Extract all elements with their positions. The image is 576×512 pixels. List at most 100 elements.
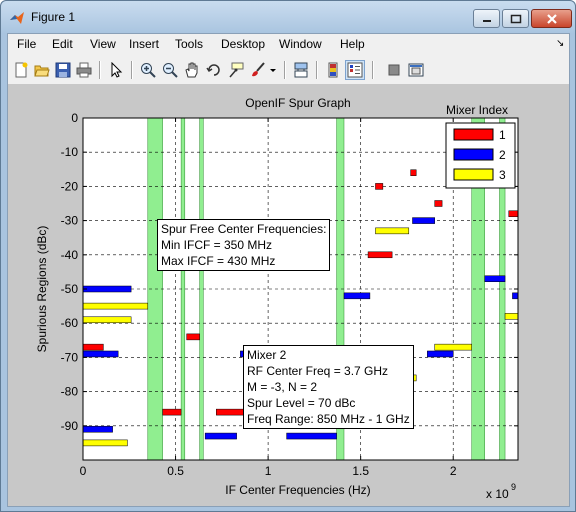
x-tick-label: 0 bbox=[80, 464, 87, 478]
show-plot-tools-icon[interactable] bbox=[406, 60, 426, 80]
figure-window: Figure 1 File Edit View Insert Tools Des… bbox=[0, 0, 576, 512]
spur-bar-mixer-1[interactable] bbox=[375, 183, 384, 190]
edit-plot-arrow-icon[interactable] bbox=[106, 60, 126, 80]
rotate-3d-icon[interactable] bbox=[204, 60, 224, 80]
y-tick-label: 0 bbox=[71, 111, 78, 125]
spur-bar-mixer-1[interactable] bbox=[367, 251, 393, 259]
y-tick-label: -20 bbox=[61, 179, 79, 193]
spur-bar-mixer-3[interactable] bbox=[82, 302, 149, 310]
spur-free-band bbox=[199, 117, 204, 461]
y-axis-label: Spurious Regions (dBc) bbox=[35, 226, 49, 353]
toolbar-separator bbox=[284, 61, 286, 79]
datatip-line: M = -3, N = 2 bbox=[247, 380, 318, 394]
menu-help[interactable]: Help bbox=[340, 37, 365, 51]
spur-bar-mixer-2[interactable] bbox=[343, 292, 371, 300]
legend-label-3: 3 bbox=[499, 168, 506, 182]
menu-edit[interactable]: Edit bbox=[52, 37, 73, 51]
dock-arrow-icon[interactable]: ↘ bbox=[556, 38, 564, 49]
zoom-out-icon[interactable] bbox=[160, 60, 180, 80]
legend[interactable]: 1 2 3 bbox=[445, 122, 516, 189]
spur-bar-mixer-1[interactable] bbox=[186, 333, 200, 341]
menu-insert[interactable]: Insert bbox=[129, 37, 159, 51]
spur-bar-mixer-1[interactable] bbox=[434, 200, 443, 207]
x-tick-label: 1.5 bbox=[352, 464, 369, 478]
figure-toolbar bbox=[8, 56, 569, 85]
data-cursor-icon[interactable] bbox=[226, 60, 246, 80]
annotation-line: Min IFCF = 350 MHz bbox=[161, 238, 273, 252]
x-tick-label: 0.5 bbox=[167, 464, 184, 478]
spur-bar-mixer-2[interactable] bbox=[512, 292, 519, 300]
legend-label-1: 1 bbox=[499, 128, 506, 142]
brush-icon[interactable] bbox=[248, 60, 268, 80]
pan-hand-icon[interactable] bbox=[182, 60, 202, 80]
legend-swatch-2 bbox=[453, 148, 494, 161]
chart-title: OpenIF Spur Graph bbox=[245, 96, 350, 110]
y-tick-label: -80 bbox=[61, 385, 79, 399]
y-tick-label: -70 bbox=[61, 350, 79, 364]
x-exponent-label: x 10 bbox=[486, 487, 509, 501]
brush-dropdown-arrow-icon[interactable] bbox=[268, 60, 278, 80]
maximize-button[interactable] bbox=[502, 9, 529, 28]
menu-desktop[interactable]: Desktop bbox=[221, 37, 265, 51]
spur-bar-mixer-2[interactable] bbox=[82, 285, 132, 293]
y-tick-label: -50 bbox=[61, 282, 79, 296]
insert-legend-icon[interactable] bbox=[345, 60, 365, 80]
menu-view[interactable]: View bbox=[90, 37, 116, 51]
spur-free-annotation[interactable]: Spur Free Center Frequencies: Min IFCF =… bbox=[157, 219, 331, 271]
insert-colorbar-icon[interactable] bbox=[323, 60, 343, 80]
new-figure-icon[interactable] bbox=[11, 60, 31, 80]
link-plot-icon[interactable] bbox=[291, 60, 311, 80]
x-exponent-power: 9 bbox=[511, 482, 516, 492]
close-icon bbox=[546, 13, 557, 24]
legend-swatch-3 bbox=[453, 168, 494, 181]
spur-bar-mixer-1[interactable] bbox=[162, 408, 182, 416]
legend-swatch-1 bbox=[453, 128, 494, 141]
y-tick-label: -10 bbox=[61, 145, 79, 159]
datatip-annotation[interactable]: Mixer 2 RF Center Freq = 3.7 GHz M = -3,… bbox=[243, 345, 414, 429]
title-bar[interactable]: Figure 1 bbox=[1, 1, 575, 33]
spur-bar-mixer-3[interactable] bbox=[434, 343, 472, 351]
hide-plot-tools-icon[interactable] bbox=[384, 60, 404, 80]
spur-bar-mixer-2[interactable] bbox=[427, 350, 454, 358]
spur-bar-mixer-3[interactable] bbox=[82, 316, 132, 324]
spur-bar-mixer-1[interactable] bbox=[410, 169, 417, 176]
y-tick-label: -60 bbox=[61, 316, 79, 330]
minimize-icon bbox=[482, 19, 491, 22]
legend-label-2: 2 bbox=[499, 148, 506, 162]
datatip-line: Mixer 2 bbox=[247, 348, 287, 362]
save-icon[interactable] bbox=[53, 60, 73, 80]
y-tick-label: -40 bbox=[61, 248, 79, 262]
menu-tools[interactable]: Tools bbox=[175, 37, 203, 51]
print-icon[interactable] bbox=[74, 60, 94, 80]
spur-bar-mixer-2[interactable] bbox=[484, 275, 506, 282]
toolbar-separator bbox=[99, 61, 101, 79]
spur-bar-mixer-3[interactable] bbox=[504, 313, 519, 320]
zoom-in-icon[interactable] bbox=[138, 60, 158, 80]
spur-bar-mixer-2[interactable] bbox=[204, 432, 237, 440]
minimize-button[interactable] bbox=[473, 9, 500, 28]
menu-bar: File Edit View Insert Tools Desktop Wind… bbox=[8, 34, 569, 57]
toolbar-separator bbox=[131, 61, 133, 79]
figure-client-area: File Edit View Insert Tools Desktop Wind… bbox=[7, 33, 570, 507]
spur-bar-mixer-2[interactable] bbox=[82, 350, 119, 358]
spur-bar-mixer-3[interactable] bbox=[82, 439, 128, 447]
matlab-logo-icon bbox=[9, 10, 25, 26]
spur-bar-mixer-1[interactable] bbox=[508, 210, 519, 218]
spur-bar-mixer-2[interactable] bbox=[82, 425, 113, 433]
menu-file[interactable]: File bbox=[17, 37, 36, 51]
menu-window[interactable]: Window bbox=[279, 37, 322, 51]
datatip-line: RF Center Freq = 3.7 GHz bbox=[247, 364, 389, 378]
toolbar-separator bbox=[372, 61, 374, 79]
window-title: Figure 1 bbox=[31, 10, 76, 24]
spur-bar-mixer-3[interactable] bbox=[375, 227, 410, 235]
spur-bar-mixer-2[interactable] bbox=[286, 432, 337, 440]
x-axis-label: IF Center Frequencies (Hz) bbox=[225, 483, 370, 497]
spur-graph-axes[interactable]: 0 0.5 1 1.5 2 0 -10 -20 -30 -40 -50 -60 -70 -80 -90 Op… bbox=[8, 84, 569, 506]
x-tick-label: 1 bbox=[265, 464, 272, 478]
legend-title: Mixer Index bbox=[446, 103, 508, 117]
spur-bar-mixer-1[interactable] bbox=[82, 343, 104, 351]
close-button[interactable] bbox=[531, 9, 572, 28]
open-file-icon[interactable] bbox=[32, 60, 52, 80]
spur-bar-mixer-2[interactable] bbox=[412, 217, 435, 224]
maximize-icon bbox=[510, 14, 521, 23]
